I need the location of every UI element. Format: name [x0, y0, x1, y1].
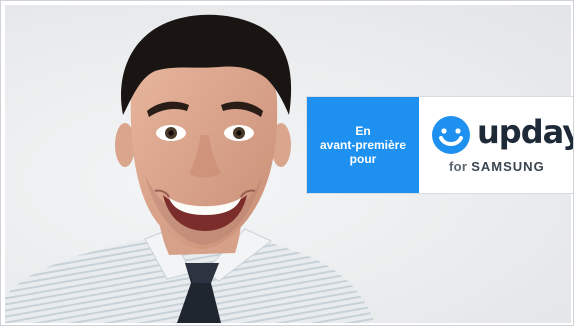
for-text: for [449, 159, 468, 174]
samsung-text: SAMSUNG [471, 159, 545, 174]
upday-badge: En avant-première pour upday for SAMSUNG [307, 97, 573, 193]
preview-line-2: avant-première [319, 138, 407, 152]
ad-banner: En avant-première pour upday for SAMSUNG [0, 0, 574, 326]
preview-label: En avant-première pour [307, 97, 419, 193]
upday-logo: upday for SAMSUNG [419, 97, 573, 193]
brand-name: upday [477, 113, 574, 151]
preview-line-1: En [355, 124, 371, 138]
upday-smile-icon [432, 116, 470, 154]
preview-line-3: pour [349, 152, 377, 166]
partner-line: for SAMSUNG [449, 159, 545, 174]
